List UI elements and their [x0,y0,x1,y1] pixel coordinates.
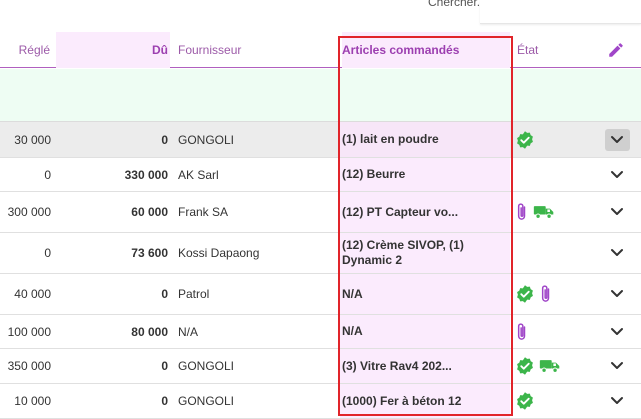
chevron-down-icon [605,201,630,223]
column-header-fournisseur[interactable]: Fournisseur [178,32,338,68]
cell-fournisseur: AK Sarl [178,167,219,182]
cell-du: 0 [161,287,168,301]
expand-row-button[interactable] [604,315,630,348]
paperclip-icon[interactable] [515,322,529,342]
check-badge-icon [515,284,535,304]
cell-du: 80 000 [131,324,168,339]
cell-du: 0 [161,394,168,408]
paperclip-icon[interactable] [539,284,553,304]
cell-etat [515,349,585,383]
table-header: Réglé Dû Fournisseur Articles commandés … [0,32,641,68]
table-row[interactable]: 100 000 80 000 N/A N/A [0,315,641,349]
chevron-down-icon [605,242,630,264]
cell-articles: (12) Crème SIVOP, (1) Dynamic 2 [340,233,510,273]
column-header-du[interactable]: Dû [56,32,170,68]
chevron-down-icon [605,321,630,343]
cell-etat [515,158,585,191]
cell-etat [515,192,585,232]
cell-articles: (3) Vitre Rav4 202... [340,349,510,383]
cell-du: 0 [161,132,168,147]
pencil-icon [607,41,625,59]
table-row[interactable]: 0 330 000 AK Sarl (12) Beurre [0,158,641,192]
cell-articles: N/A [340,274,510,314]
column-header-regle[interactable]: Réglé [0,32,56,68]
table-row[interactable]: 10 000 0 GONGOLI (1000) Fer à béton 12 [0,384,641,419]
check-badge-icon [515,356,535,376]
column-header-articles[interactable]: Articles commandés [342,32,510,68]
expand-row-button[interactable] [604,349,630,383]
table-row[interactable]: 40 000 0 Patrol N/A [0,274,641,315]
cell-regle: 0 [44,167,51,182]
cell-regle: 40 000 [14,287,51,301]
cell-du: 73 600 [131,246,168,260]
chevron-down-icon [604,128,630,151]
cell-du: 330 000 [124,167,168,182]
chevron-down-icon [605,283,630,305]
cell-fournisseur: N/A [178,324,199,339]
top-bar: Chercher. [0,0,641,30]
cell-regle: 350 000 [7,359,51,373]
check-badge-icon [515,391,535,411]
expand-row-button[interactable] [604,122,630,157]
cell-articles: (12) PT Capteur vo... [340,192,510,232]
cell-fournisseur: GONGOLI [178,359,235,373]
cell-du: 60 000 [131,205,168,219]
cell-du: 0 [161,359,168,373]
cell-fournisseur: Frank SA [178,205,229,219]
filter-row[interactable] [0,69,641,122]
cell-etat [515,122,585,157]
cell-etat [515,315,585,348]
cell-articles: N/A [340,315,510,348]
column-header-etat[interactable]: État [517,32,577,68]
cell-fournisseur: Kossi Dapaong [178,246,260,260]
chevron-down-icon [605,390,630,412]
cell-regle: 300 000 [7,205,51,219]
cell-regle: 100 000 [7,324,51,339]
cell-regle: 0 [44,246,51,260]
expand-row-button[interactable] [604,384,630,418]
chevron-down-icon [605,164,630,186]
cell-etat [515,274,585,314]
cell-articles: (12) Beurre [340,158,510,191]
edit-columns-button[interactable] [603,32,629,68]
expand-row-button[interactable] [604,274,630,314]
chevron-down-icon [605,355,630,377]
search-label: Chercher. [428,0,481,9]
cell-etat [515,384,585,418]
table-row[interactable]: 350 000 0 GONGOLI (3) Vitre Rav4 202... [0,349,641,384]
truck-icon [533,203,555,221]
expand-row-button[interactable] [604,192,630,232]
table-row[interactable]: 300 000 60 000 Frank SA (12) PT Capteur vo.… [0,192,641,233]
table-row[interactable]: 0 73 600 Kossi Dapaong (12) Crème SIVOP, (1… [0,233,641,274]
cell-fournisseur: GONGOLI [178,394,235,408]
paperclip-icon[interactable] [515,202,529,222]
table-row[interactable]: 30 000 0 GONGOLI (1) lait en poudre [0,122,641,158]
cell-articles: (1) lait en poudre [340,122,510,157]
cell-fournisseur: GONGOLI [178,132,235,147]
expand-row-button[interactable] [604,158,630,191]
check-badge-icon [515,130,535,150]
truck-icon [539,357,561,375]
expand-row-button[interactable] [604,233,630,273]
cell-fournisseur: Patrol [178,287,210,301]
cell-regle: 10 000 [14,394,51,408]
cell-regle: 30 000 [14,132,51,147]
cell-etat [515,233,585,273]
cell-articles: (1000) Fer à béton 12 [340,384,510,418]
search-input[interactable] [480,0,641,24]
